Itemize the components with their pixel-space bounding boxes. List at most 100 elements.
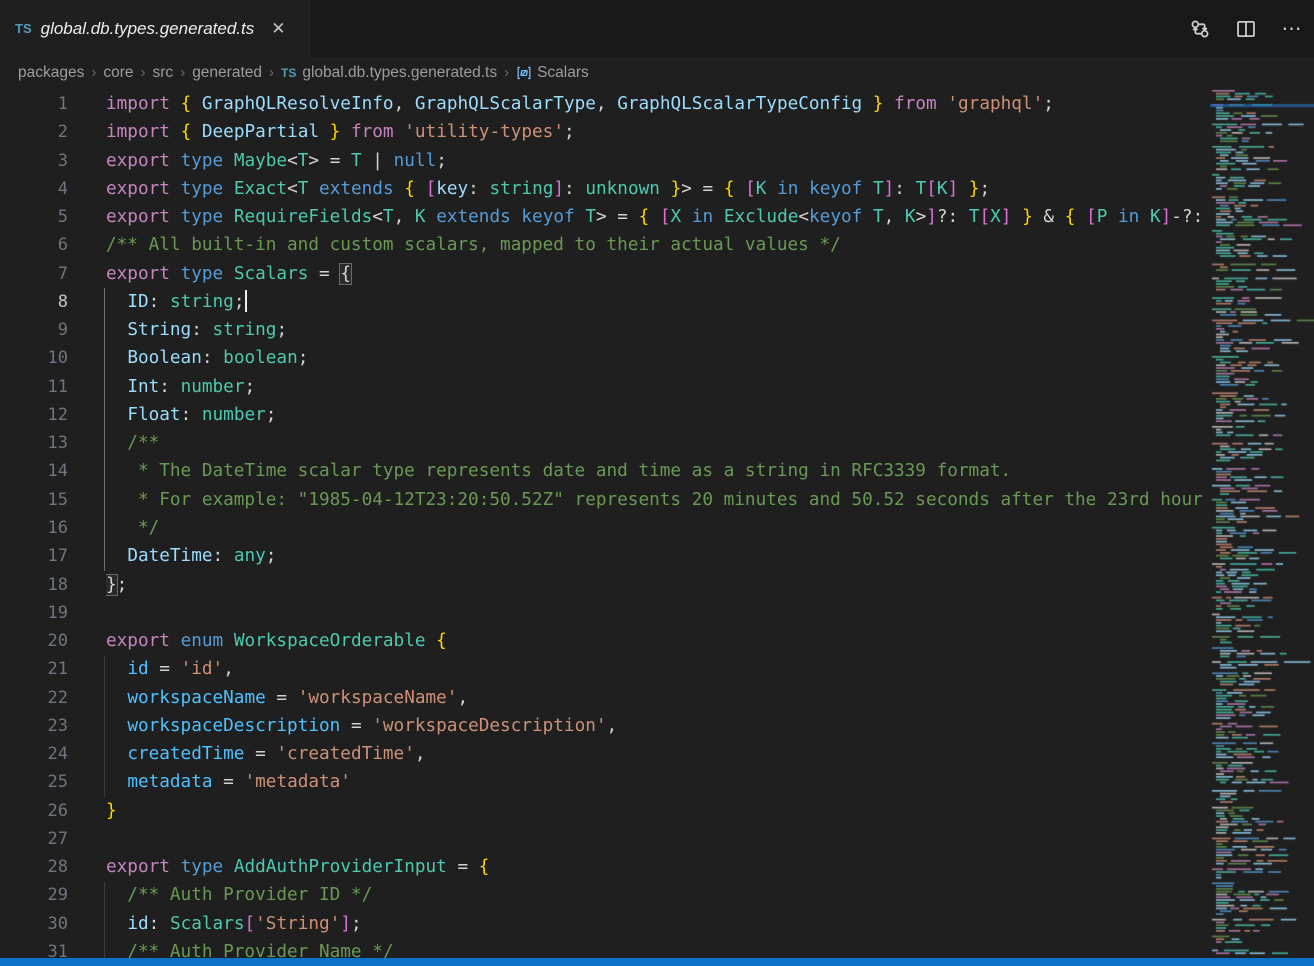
code-text: Int: number; (106, 373, 1206, 401)
line-number[interactable]: 6 (0, 231, 68, 259)
code-line: 20 export enum WorkspaceOrderable { (0, 627, 1206, 655)
code-text (106, 599, 1206, 627)
breadcrumb-label: src (153, 64, 174, 82)
editor-actions: ⋯ (1188, 0, 1308, 57)
code-text: } (106, 797, 1206, 825)
code-text: ID: string; (106, 288, 1206, 316)
line-number[interactable]: 12 (0, 401, 68, 429)
line-number[interactable]: 8 (0, 288, 68, 316)
code-line: 7 export type Scalars = { (0, 260, 1206, 288)
code-text: workspaceDescription = 'workspaceDescrip… (106, 712, 1206, 740)
code-line: 21 id = 'id', (0, 655, 1206, 683)
code-text: export type Scalars = { (106, 260, 1206, 288)
breadcrumb-item-src[interactable]: src (153, 64, 174, 82)
line-number[interactable]: 7 (0, 260, 68, 288)
line-number[interactable]: 25 (0, 768, 68, 796)
code-line: 3export type Maybe<T> = T | null; (0, 147, 1206, 175)
line-number[interactable]: 24 (0, 740, 68, 768)
tab-title: global.db.types.generated.ts (41, 19, 255, 39)
breadcrumb-item-packages[interactable]: packages (18, 64, 84, 82)
line-number[interactable]: 2 (0, 118, 68, 146)
code-line: 4 export type Exact<T extends { [key: str… (0, 175, 1206, 203)
code-line: 12 Float: number; (0, 401, 1206, 429)
line-number[interactable]: 26 (0, 797, 68, 825)
code-line: 23 workspaceDescription = 'workspaceDesc… (0, 712, 1206, 740)
chevron-right-icon: › (91, 64, 96, 81)
code-line: 22 workspaceName = 'workspaceName', (0, 684, 1206, 712)
code-text: workspaceName = 'workspaceName', (106, 684, 1206, 712)
symbol-type-icon (516, 65, 532, 81)
vscode-window: TS global.db.types.generated.ts ✕ (0, 0, 1314, 966)
line-number[interactable]: 21 (0, 655, 68, 683)
breadcrumb-item-global.db.types.generated.ts[interactable]: TSglobal.db.types.generated.ts (281, 64, 497, 82)
split-editor-icon[interactable] (1234, 17, 1258, 41)
line-number[interactable]: 10 (0, 344, 68, 372)
code-line: 13 /** (0, 429, 1206, 457)
line-number[interactable]: 9 (0, 316, 68, 344)
code-text: export type AddAuthProviderInput = { (106, 853, 1206, 881)
line-number[interactable]: 13 (0, 429, 68, 457)
line-number[interactable]: 17 (0, 542, 68, 570)
more-actions-icon[interactable]: ⋯ (1280, 17, 1304, 41)
code-text: * The DateTime scalar type represents da… (106, 457, 1206, 485)
code-line: 15 * For example: "1985-04-12T23:20:50.5… (0, 486, 1206, 514)
line-number[interactable]: 29 (0, 881, 68, 909)
line-number[interactable]: 1 (0, 90, 68, 118)
open-changes-icon[interactable] (1188, 17, 1212, 41)
code-line: 9 String: string; (0, 316, 1206, 344)
line-number[interactable]: 15 (0, 486, 68, 514)
chevron-right-icon: › (504, 64, 509, 81)
minimap[interactable] (1210, 88, 1314, 958)
line-number[interactable]: 28 (0, 853, 68, 881)
code-line: 10 Boolean: boolean; (0, 344, 1206, 372)
code-text: createdTime = 'createdTime', (106, 740, 1206, 768)
code-line: 2import { DeepPartial } from 'utility-ty… (0, 118, 1206, 146)
code-line: 28 export type AddAuthProviderInput = { (0, 853, 1206, 881)
chevron-right-icon: › (269, 64, 274, 81)
line-number[interactable]: 3 (0, 147, 68, 175)
code-text: /** (106, 429, 1206, 457)
line-number[interactable]: 11 (0, 373, 68, 401)
code-text: id: Scalars['String']; (106, 910, 1206, 938)
breadcrumb-item-Scalars[interactable]: Scalars (516, 64, 589, 82)
code-text: DateTime: any; (106, 542, 1206, 570)
code-line: 29 /** Auth Provider ID */ (0, 881, 1206, 909)
code-line: 8 ID: string; (0, 288, 1206, 316)
line-number[interactable]: 5 (0, 203, 68, 231)
code-text: import { GraphQLResolveInfo, GraphQLScal… (106, 90, 1206, 118)
code-text: Float: number; (106, 401, 1206, 429)
code-text: export type RequireFields<T, K extends k… (106, 203, 1206, 231)
line-number[interactable]: 31 (0, 938, 68, 958)
code-text: /** Auth Provider ID */ (106, 881, 1206, 909)
code-line: 19 (0, 599, 1206, 627)
code-line: 31 /** Auth Provider Name */ (0, 938, 1206, 958)
line-number[interactable]: 30 (0, 910, 68, 938)
code-line: 25 metadata = 'metadata' (0, 768, 1206, 796)
line-number[interactable]: 27 (0, 825, 68, 853)
breadcrumb-item-core[interactable]: core (103, 64, 133, 82)
code-line: 30 id: Scalars['String']; (0, 910, 1206, 938)
line-number[interactable]: 18 (0, 571, 68, 599)
editor-tab[interactable]: TS global.db.types.generated.ts ✕ (0, 0, 311, 57)
line-number[interactable]: 23 (0, 712, 68, 740)
code-line: 6/** All built-in and custom scalars, ma… (0, 231, 1206, 259)
line-number[interactable]: 16 (0, 514, 68, 542)
text-cursor (245, 290, 247, 312)
tab-close-button[interactable]: ✕ (267, 18, 289, 39)
line-number[interactable]: 22 (0, 684, 68, 712)
code-text: id = 'id', (106, 655, 1206, 683)
line-number[interactable]: 4 (0, 175, 68, 203)
line-number[interactable]: 20 (0, 627, 68, 655)
typescript-icon: TS (15, 21, 32, 36)
tab-bar: TS global.db.types.generated.ts ✕ (0, 0, 1314, 57)
editor-pane[interactable]: 1 import { GraphQLResolveInfo, GraphQLSca… (0, 88, 1314, 958)
code-text: export enum WorkspaceOrderable { (106, 627, 1206, 655)
breadcrumb-item-generated[interactable]: generated (192, 64, 262, 82)
code-line: 5 export type RequireFields<T, K extends … (0, 203, 1206, 231)
code-lines[interactable]: 1 import { GraphQLResolveInfo, GraphQLSca… (0, 90, 1206, 958)
code-line: 18}; (0, 571, 1206, 599)
code-text: String: string; (106, 316, 1206, 344)
line-number[interactable]: 14 (0, 457, 68, 485)
code-text: export type Exact<T extends { [key: stri… (106, 175, 1206, 203)
line-number[interactable]: 19 (0, 599, 68, 627)
